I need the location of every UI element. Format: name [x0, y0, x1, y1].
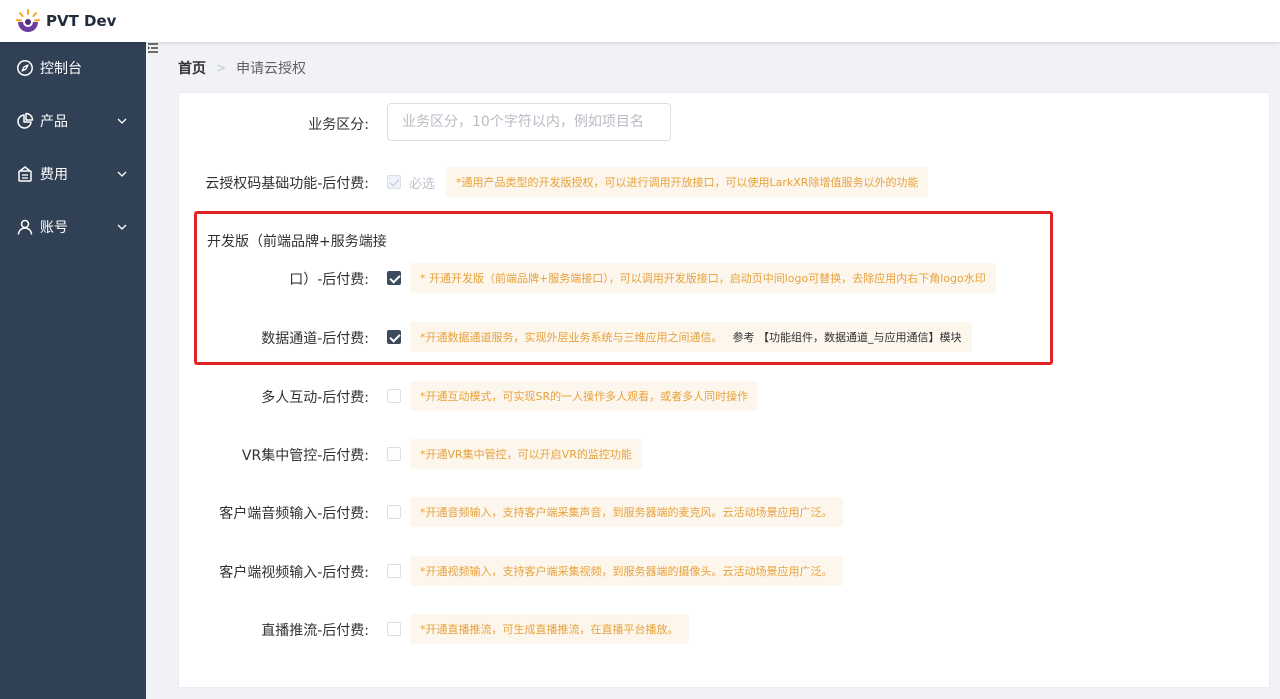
- user-icon: [17, 219, 33, 235]
- datachannel-label: 数据通道-后付费:: [261, 331, 369, 347]
- sidebar-item-label: 控制台: [40, 61, 82, 77]
- chevron-down-icon: [117, 224, 127, 230]
- video-label: 客户端视频输入-后付费:: [219, 565, 369, 581]
- wallet-icon: [18, 166, 32, 182]
- form-panel: 业务区分: 云授权码基础功能-后付费: 必选 *通用产品类型的开发版授权，可以进…: [178, 92, 1270, 688]
- dev-checkbox[interactable]: [387, 271, 401, 285]
- pie-chart-icon: [17, 112, 34, 129]
- sidebar-item-product[interactable]: 产品: [0, 95, 146, 147]
- form-row-base: 云授权码基础功能-后付费: 必选 *通用产品类型的开发版授权，可以进行调用开放接…: [179, 161, 1271, 201]
- multiplayer-label: 多人互动-后付费:: [261, 390, 369, 406]
- sidebar-item-console[interactable]: 控制台: [0, 42, 146, 94]
- form-row-vr: VR集中管控-后付费: *开通VR集中管控，可以开启VR的监控功能: [179, 434, 1271, 474]
- datachannel-checkbox[interactable]: [387, 330, 401, 344]
- form-row-datachannel: 数据通道-后付费: *开通数据通道服务，实现外层业务系统与三维应用之间通信。 参…: [179, 317, 1271, 357]
- base-checkbox[interactable]: [387, 175, 401, 189]
- live-hint: *开通直播推流，可生成直播推流，在直播平台播放。: [410, 614, 689, 644]
- video-checkbox[interactable]: [387, 564, 401, 578]
- form-row-video: 客户端视频输入-后付费: *开通视频输入，支持客户端采集视频，到服务器端的摄像头…: [179, 551, 1271, 591]
- sidebar-item-account[interactable]: 账号: [0, 201, 146, 253]
- chevron-down-icon: [117, 171, 127, 177]
- base-hint: *通用产品类型的开发版授权，可以进行调用开放接口，可以使用LarkXR除增值服务…: [446, 167, 929, 197]
- dev-hint: * 开通开发版（前端品牌+服务端接口），可以调用开发版接口，启动页中间logo可…: [410, 263, 996, 293]
- sidebar-item-label: 产品: [40, 114, 68, 130]
- live-checkbox[interactable]: [387, 622, 401, 636]
- vr-checkbox[interactable]: [387, 447, 401, 461]
- dev-label-line2: 口）-后付费:: [289, 272, 369, 288]
- menu-collapse-icon[interactable]: [147, 42, 159, 54]
- audio-hint: *开通音频输入，支持客户端采集声音，到服务器端的麦克风。云活动场景应用广泛。: [410, 497, 843, 527]
- audio-label: 客户端音频输入-后付费:: [219, 506, 369, 522]
- business-label: 业务区分:: [308, 117, 369, 133]
- business-input[interactable]: [387, 103, 671, 141]
- top-bar: PVT Dev: [0, 0, 1280, 42]
- form-row-dev: 开发版（前端品牌+服务端接 口）-后付费: * 开通开发版（前端品牌+服务端接口…: [179, 221, 1271, 293]
- breadcrumb-separator: >: [216, 61, 227, 75]
- datachannel-hint-reference: 参考 【功能组件，数据通道_与应用通信】模块: [732, 331, 962, 344]
- datachannel-hint: *开通数据通道服务，实现外层业务系统与三维应用之间通信。 参考 【功能组件，数据…: [410, 322, 972, 352]
- vr-hint: *开通VR集中管控，可以开启VR的监控功能: [410, 439, 642, 469]
- sidebar-item-billing[interactable]: 费用: [0, 148, 146, 200]
- app-name: PVT Dev: [46, 12, 117, 30]
- form-row-live: 直播推流-后付费: *开通直播推流，可生成直播推流，在直播平台播放。: [179, 609, 1271, 649]
- breadcrumb: 首页 > 申请云授权: [178, 58, 306, 78]
- form-row-audio: 客户端音频输入-后付费: *开通音频输入，支持客户端采集声音，到服务器端的麦克风…: [179, 492, 1271, 532]
- chevron-down-icon: [117, 118, 127, 124]
- sidebar-item-label: 账号: [40, 220, 68, 236]
- logo[interactable]: PVT Dev: [14, 7, 116, 35]
- sidebar: 控制台 产品 费用 账号: [0, 42, 146, 699]
- base-label: 云授权码基础功能-后付费:: [205, 176, 369, 192]
- base-required-text: 必选: [409, 177, 436, 192]
- logo-icon: [16, 9, 40, 32]
- multiplayer-hint: *开通互动模式，可实现SR的一人操作多人观看，或者多人同时操作: [410, 381, 759, 411]
- video-hint: *开通视频输入，支持客户端采集视频，到服务器端的摄像头。云活动场景应用广泛。: [410, 556, 843, 586]
- audio-checkbox[interactable]: [387, 505, 401, 519]
- live-label: 直播推流-后付费:: [261, 623, 369, 639]
- sidebar-item-label: 费用: [40, 167, 68, 183]
- form-row-multiplayer: 多人互动-后付费: *开通互动模式，可实现SR的一人操作多人观看，或者多人同时操…: [179, 376, 1271, 416]
- form-row-business: 业务区分:: [179, 93, 1271, 153]
- compass-icon: [17, 60, 33, 76]
- breadcrumb-current: 申请云授权: [236, 61, 307, 77]
- breadcrumb-home[interactable]: 首页: [178, 58, 206, 78]
- vr-label: VR集中管控-后付费:: [241, 448, 369, 464]
- multiplayer-checkbox[interactable]: [387, 389, 401, 403]
